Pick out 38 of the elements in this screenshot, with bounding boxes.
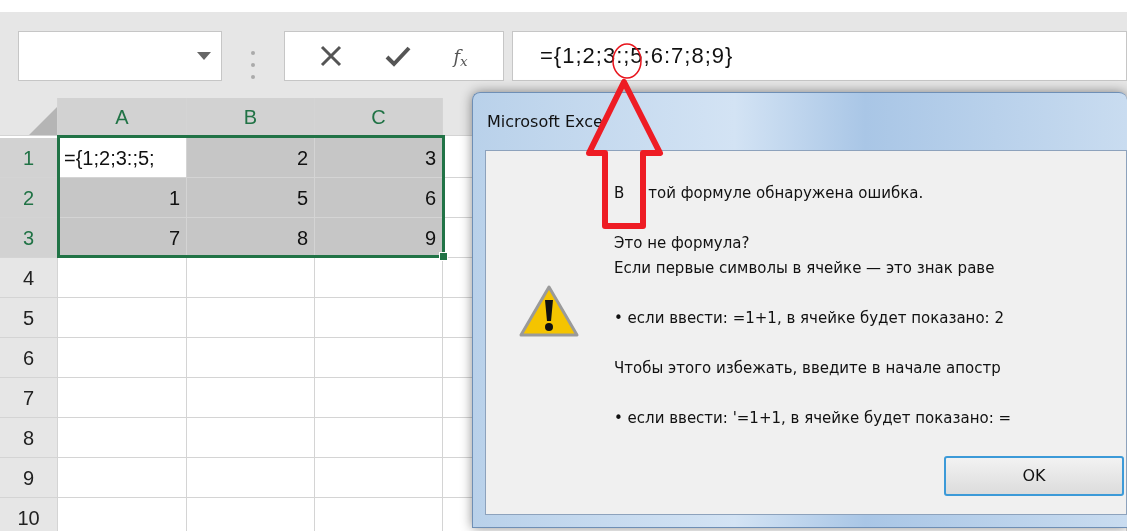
column-header[interactable]: A	[58, 98, 187, 136]
row-header[interactable]: 1	[0, 138, 58, 178]
dropdown-caret-icon[interactable]	[197, 52, 211, 60]
message-text: • если ввести: =1+1, в ячейке будет показано: 2	[614, 308, 1005, 329]
drag-handle-icon[interactable]	[248, 49, 258, 80]
message-text: • если ввести: '=1+1, в ячейке будет показано: =	[614, 408, 1013, 429]
row-header[interactable]: 10	[0, 498, 58, 531]
message-text: той формуле обнаружена ошибка.	[648, 183, 924, 204]
row-header[interactable]: 8	[0, 418, 58, 458]
message-text: Чтобы этого избежать, введите в начале апостр	[614, 358, 1002, 379]
row-header[interactable]: 2	[0, 178, 58, 218]
window-title: Microsoft Exce	[487, 110, 603, 133]
row-header[interactable]: 9	[0, 458, 58, 498]
column-header[interactable]: B	[187, 98, 315, 136]
message-text: Если первые символы в ячейке — это знак раве	[614, 258, 996, 279]
check-icon[interactable]	[384, 45, 411, 67]
table-cell: 3	[315, 138, 443, 178]
cancel-icon[interactable]	[320, 45, 343, 67]
table-cell: 5	[187, 178, 315, 218]
table-cell: 7	[58, 218, 187, 258]
table-cell: 8	[187, 218, 315, 258]
table-cell: ={1;2;3:;5;	[58, 138, 187, 178]
table-cell: 1	[58, 178, 187, 218]
column-header[interactable]: C	[315, 98, 443, 136]
message-text: В	[614, 183, 625, 204]
ok-button[interactable]: OK	[944, 456, 1124, 496]
message-text: Это не формула?	[614, 233, 751, 254]
row-header[interactable]: 7	[0, 378, 58, 418]
row-header[interactable]: 6	[0, 338, 58, 378]
insert-function-button[interactable]: f$_{x}$	[453, 42, 468, 70]
row-header[interactable]: 3	[0, 218, 58, 258]
table-cell: 9	[315, 218, 443, 258]
fill-handle[interactable]	[439, 252, 448, 261]
table-cell: 6	[315, 178, 443, 218]
table-cell: 2	[187, 138, 315, 178]
warning-icon	[518, 284, 580, 338]
row-header[interactable]: 4	[0, 258, 58, 298]
row-header[interactable]: 5	[0, 298, 58, 338]
